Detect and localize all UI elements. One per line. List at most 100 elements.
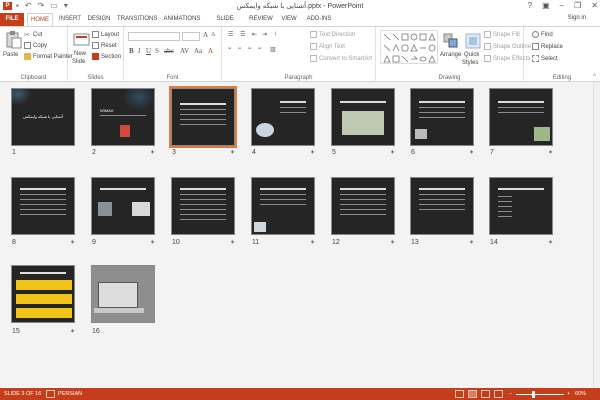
quick-styles-button[interactable]: Quick [464, 52, 479, 58]
quick-styles-button-line2[interactable]: Styles [462, 60, 478, 66]
replace-button[interactable]: Replace [532, 43, 563, 50]
copy-button[interactable]: Copy [24, 42, 47, 49]
transition-icon: ✶ [469, 240, 475, 246]
arrange-icon[interactable] [442, 32, 460, 50]
ribbon-display-icon[interactable]: ▣ [542, 1, 550, 10]
align-left-icon[interactable]: ≡ [228, 46, 231, 52]
help-icon[interactable]: ? [528, 1, 532, 10]
text-direction-button[interactable]: Text Direction [310, 31, 355, 38]
cut-button[interactable]: ✂ Cut [24, 31, 42, 40]
transition-icon: ✶ [310, 150, 316, 156]
slide-thumbnail[interactable]: آشنایی با شبکه وایمکس [11, 88, 75, 146]
font-name-select[interactable] [128, 32, 180, 41]
vertical-scrollbar[interactable] [593, 82, 600, 388]
slide-thumbnail[interactable] [331, 177, 395, 235]
text-line [180, 204, 226, 205]
slide-thumbnail[interactable] [331, 88, 395, 146]
text-line [180, 103, 226, 105]
tab-transitions[interactable]: TRANSITIONS [117, 13, 157, 26]
slide-thumbnail[interactable] [171, 177, 235, 235]
shapes-gallery[interactable] [380, 30, 438, 64]
paste-button[interactable]: Paste [3, 52, 18, 58]
change-case-icon[interactable]: Aa [194, 47, 202, 55]
slide-thumbnail[interactable] [410, 177, 474, 235]
slide-thumbnail[interactable] [91, 265, 155, 323]
tab-home[interactable]: HOME [27, 13, 53, 26]
bold-icon[interactable]: B [129, 47, 134, 55]
underline-icon[interactable]: U [146, 47, 151, 55]
find-icon [532, 31, 539, 38]
spelling-check-icon[interactable] [46, 390, 55, 398]
reset-button[interactable]: Reset [92, 42, 117, 49]
tab-add-ins[interactable]: ADD-INS [304, 13, 334, 26]
tab-animations[interactable]: ANIMATIONS [162, 13, 202, 26]
find-button[interactable]: Find [532, 31, 553, 38]
restore-icon[interactable]: ❐ [574, 1, 581, 10]
font-color-icon[interactable]: A [208, 47, 213, 55]
increase-font-icon[interactable]: A [203, 31, 208, 39]
new-slide-button[interactable]: New [74, 51, 86, 57]
collapse-ribbon-icon[interactable]: ^ [593, 74, 596, 80]
tab-design[interactable]: DESIGN [86, 13, 112, 26]
paste-icon[interactable] [4, 31, 22, 49]
layout-button[interactable]: Layout [92, 31, 119, 38]
font-size-select[interactable] [182, 32, 200, 41]
minimize-icon[interactable]: – [560, 1, 564, 10]
justify-icon[interactable]: ≡ [258, 46, 261, 52]
shadow-icon[interactable]: S [155, 47, 159, 55]
align-center-icon[interactable]: ≡ [238, 46, 241, 52]
slide-thumbnail[interactable] [251, 177, 315, 235]
italic-icon[interactable]: I [138, 47, 140, 55]
numbering-icon[interactable]: ☰ [240, 31, 245, 38]
normal-view-icon[interactable] [455, 390, 464, 398]
increase-indent-icon[interactable]: ⇥ [262, 31, 267, 38]
columns-icon[interactable]: ▥ [270, 46, 276, 53]
tab-review[interactable]: REVIEW [248, 13, 274, 26]
arrange-button[interactable]: Arrange [440, 52, 461, 58]
language-text[interactable]: PERSIAN [58, 391, 82, 397]
quick-styles-icon[interactable] [464, 32, 482, 50]
slide-thumbnail[interactable] [11, 265, 75, 323]
slide-thumbnail[interactable] [489, 177, 553, 235]
slide-thumbnail[interactable] [489, 88, 553, 146]
slide-title-text: WIMAX [100, 108, 114, 113]
zoom-level-text[interactable]: 60% [575, 391, 586, 397]
bullets-icon[interactable]: ☰ [228, 31, 233, 38]
new-slide-button-line2[interactable]: Slide [72, 59, 85, 65]
slide-thumbnail[interactable] [91, 177, 155, 235]
sign-in-link[interactable]: Sign in [568, 15, 586, 21]
zoom-slider[interactable] [516, 394, 564, 395]
zoom-slider-thumb[interactable] [532, 391, 535, 398]
tab-insert[interactable]: INSERT [58, 13, 82, 26]
slide-thumbnail[interactable] [251, 88, 315, 146]
decrease-font-icon[interactable]: A [211, 32, 215, 38]
reading-view-icon[interactable] [481, 390, 490, 398]
slide-thumbnail[interactable] [410, 88, 474, 146]
slide-show-view-icon[interactable] [494, 390, 503, 398]
zoom-out-button[interactable]: − [509, 391, 512, 397]
tab-file[interactable]: FILE [0, 13, 24, 26]
line-spacing-icon[interactable]: ↕ [274, 31, 277, 37]
align-text-button[interactable]: Align Text [310, 43, 345, 50]
zoom-in-button[interactable]: + [567, 391, 570, 397]
select-button[interactable]: Select [532, 55, 558, 62]
decrease-indent-icon[interactable]: ⇤ [252, 31, 257, 38]
slide-number: 4 [252, 149, 256, 156]
tab-view[interactable]: VIEW [279, 13, 299, 26]
slides-group-label: Slides [87, 75, 104, 81]
slide-thumbnail-selected[interactable] [169, 86, 237, 148]
slide-sorter-view-icon[interactable] [468, 390, 477, 398]
tab-slide-show[interactable]: SLIDE SHOW [207, 13, 243, 35]
align-right-icon[interactable]: ≡ [248, 46, 251, 52]
new-slide-icon[interactable] [73, 31, 91, 49]
section-button[interactable]: Section [92, 53, 121, 60]
format-painter-button[interactable]: Format Painter [24, 53, 73, 60]
convert-smartart-button[interactable]: Convert to SmartArt [310, 55, 372, 62]
text-line [498, 201, 512, 202]
slide-thumbnail[interactable]: WIMAX [91, 88, 155, 146]
strikethrough-icon[interactable]: abc [164, 47, 174, 55]
slide-thumbnail[interactable] [11, 177, 75, 235]
close-icon[interactable]: ✕ [591, 1, 598, 10]
shape-fill-button[interactable]: Shape Fill [484, 31, 520, 38]
char-spacing-icon[interactable]: AV [180, 47, 189, 55]
